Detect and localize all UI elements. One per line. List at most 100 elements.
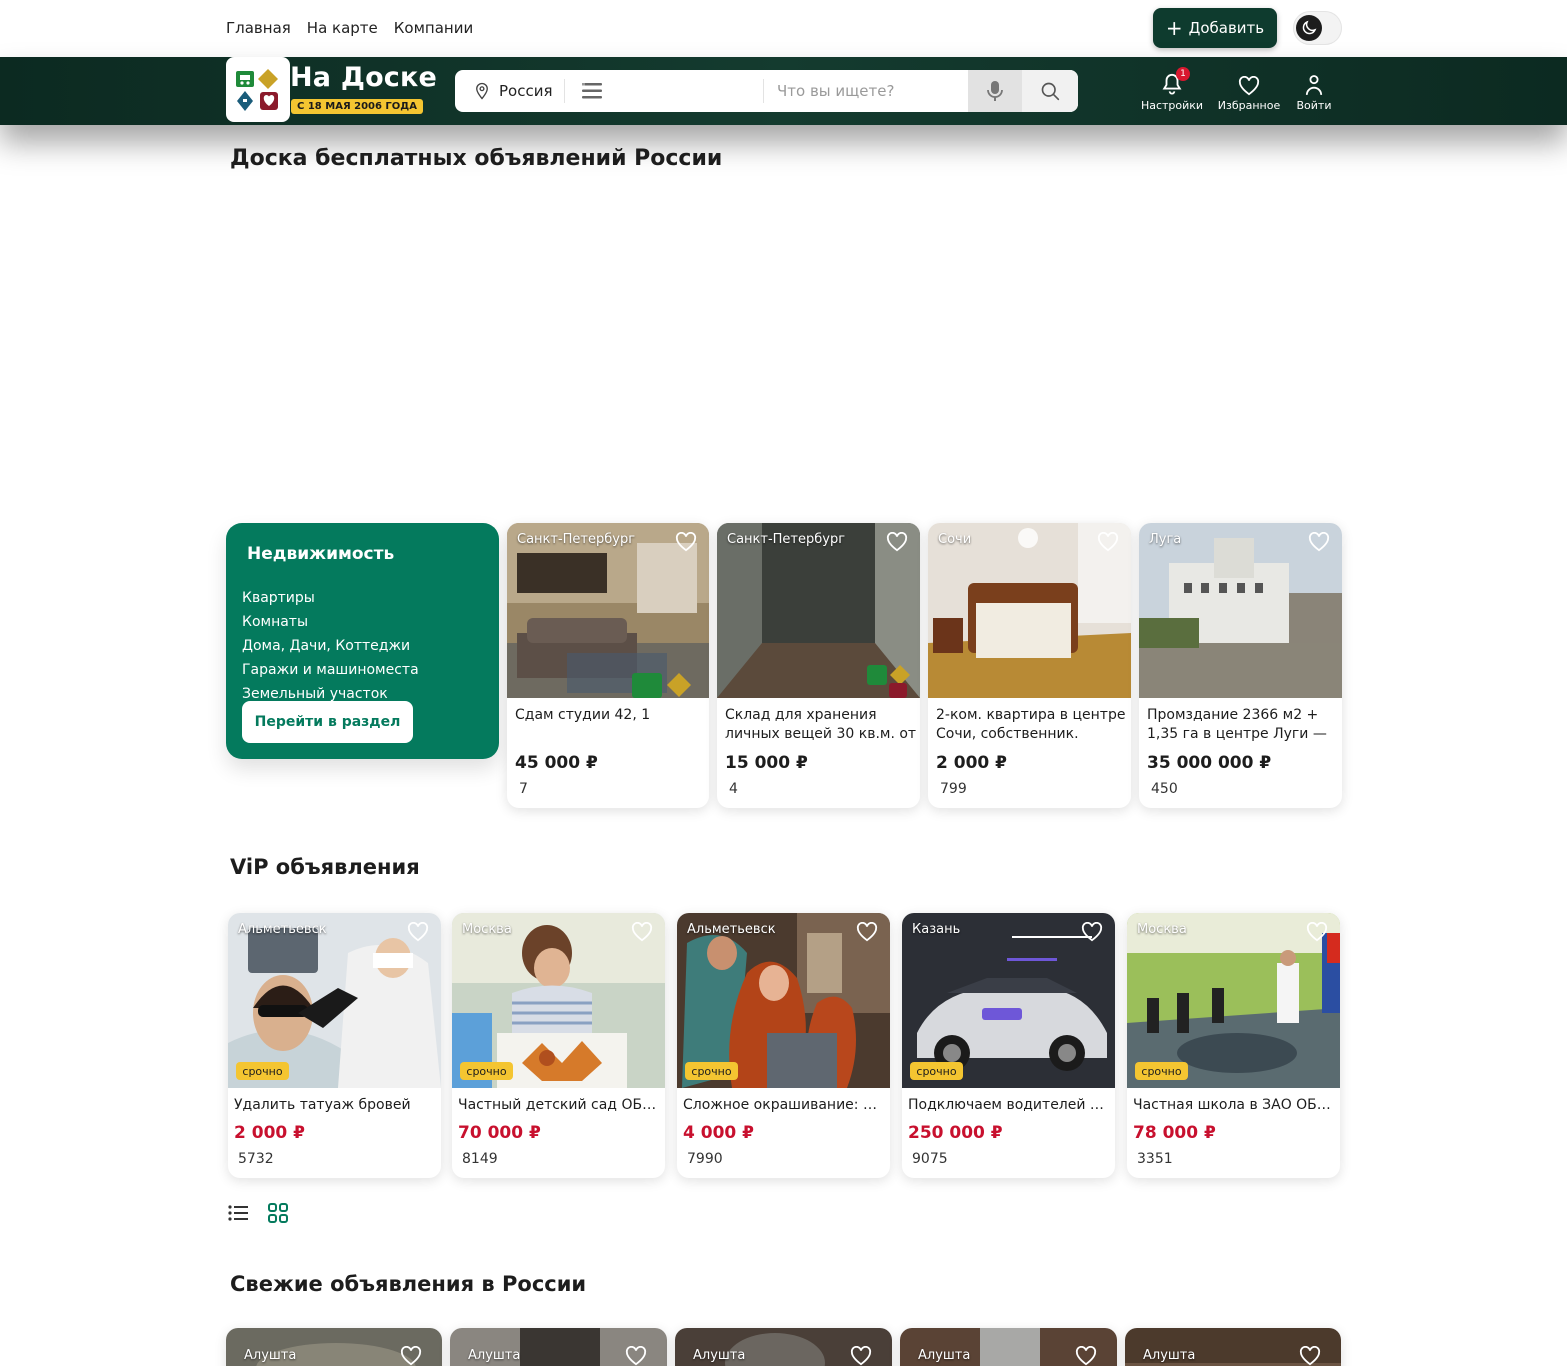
favorites-label: Избранное <box>1217 99 1281 112</box>
favorite-heart-icon[interactable] <box>1308 532 1330 552</box>
listing-card[interactable]: Луга Промздание 2366 м2 + 1,35 га в цент… <box>1139 523 1342 808</box>
favorite-heart-icon[interactable] <box>856 922 878 942</box>
listing-card[interactable]: Сочи 2-ком. квартира в центре Сочи, собс… <box>928 523 1131 808</box>
nav-home-link[interactable]: Главная <box>226 19 291 37</box>
vip-listing-card[interactable]: Альметьевск срочно Сложное окрашивание: … <box>677 913 890 1178</box>
listing-city: Москва <box>462 922 512 937</box>
search-input[interactable] <box>777 70 962 112</box>
vip-listing-card[interactable]: Москва срочно Частная школа в ЗАО ОБРА..… <box>1127 913 1340 1178</box>
search-icon <box>1041 82 1060 101</box>
search-button[interactable] <box>1022 70 1078 112</box>
fresh-listing-card[interactable]: Алушта <box>450 1328 667 1366</box>
view-toggle <box>228 1203 288 1223</box>
logo[interactable] <box>226 57 290 122</box>
listing-title[interactable]: Сложное окрашивание: про... <box>683 1096 883 1115</box>
listing-city: Сочи <box>938 532 972 547</box>
listing-views: 5732 <box>238 1151 274 1167</box>
favorite-heart-icon[interactable] <box>1075 1346 1097 1366</box>
favorite-heart-icon[interactable] <box>631 922 653 942</box>
listing-city: Казань <box>912 922 961 937</box>
top-bar: Главная На карте Компании + Добавить <box>0 0 1567 57</box>
grid-view-icon[interactable] <box>268 1203 288 1223</box>
favorite-heart-icon[interactable] <box>407 922 429 942</box>
favorite-heart-icon[interactable] <box>1299 1346 1321 1366</box>
listing-city: Алушта <box>1143 1348 1196 1363</box>
heart-icon <box>1238 76 1260 96</box>
urgent-badge: срочно <box>460 1062 513 1080</box>
fresh-listing-card[interactable]: Алушта <box>1125 1328 1341 1366</box>
category-links: Квартиры Комнаты Дома, Дачи, Коттеджи Га… <box>242 586 419 706</box>
listing-card[interactable]: Санкт-Петербург Склад для хранения личны… <box>717 523 920 808</box>
categories-menu-icon[interactable] <box>582 82 602 104</box>
urgent-badge: срочно <box>1135 1062 1188 1080</box>
favorite-heart-icon[interactable] <box>400 1346 422 1366</box>
listing-title[interactable]: Частный детский сад ОБРА... <box>458 1096 658 1115</box>
location-pin-icon <box>476 82 488 100</box>
theme-toggle[interactable] <box>1293 11 1342 45</box>
fresh-listing-card[interactable]: Алушта <box>900 1328 1117 1366</box>
category-link[interactable]: Дома, Дачи, Коттеджи <box>242 634 419 658</box>
vip-listing-card[interactable]: Казань срочно Подключаем водителей так..… <box>902 913 1115 1178</box>
fresh-listing-card[interactable]: Алушта <box>675 1328 892 1366</box>
listing-price: 2 000 ₽ <box>234 1123 305 1143</box>
listing-city: Луга <box>1149 532 1182 547</box>
favorites-button[interactable]: Избранное <box>1214 66 1284 112</box>
category-link[interactable]: Комнаты <box>242 610 419 634</box>
login-button[interactable]: Войти <box>1279 66 1349 112</box>
listing-price: 45 000 ₽ <box>515 753 598 773</box>
listing-views: 7990 <box>687 1151 723 1167</box>
listing-views: 4 <box>729 781 738 797</box>
listing-views: 799 <box>940 781 967 797</box>
listing-city: Альметьевск <box>687 922 776 937</box>
favorite-heart-icon[interactable] <box>1081 922 1103 942</box>
favorite-heart-icon[interactable] <box>625 1346 647 1366</box>
favorite-heart-icon[interactable] <box>675 532 697 552</box>
settings-label: Настройки <box>1140 99 1204 112</box>
listing-city: Санкт-Петербург <box>727 532 846 547</box>
listing-city: Москва <box>1137 922 1187 937</box>
divider <box>763 79 764 103</box>
fresh-listing-card[interactable]: Алушта <box>226 1328 442 1366</box>
category-title[interactable]: Недвижимость <box>247 544 394 564</box>
nav-companies-link[interactable]: Компании <box>394 19 473 37</box>
listing-title[interactable]: Сдам студии 42, 1 <box>515 706 705 746</box>
nav-map-link[interactable]: На карте <box>307 19 378 37</box>
page-title: Доска бесплатных объявлений России <box>230 146 723 171</box>
go-to-section-button[interactable]: Перейти в раздел <box>242 701 413 743</box>
vip-listing-card[interactable]: Альметьевск срочно Удалить татуаж бровей… <box>228 913 441 1178</box>
urgent-badge: срочно <box>236 1062 289 1080</box>
listing-card[interactable]: Санкт-Петербург Сдам студии 42, 1 45 000… <box>507 523 709 808</box>
login-label: Войти <box>1296 99 1332 112</box>
listing-price: 2 000 ₽ <box>936 753 1007 773</box>
microphone-icon <box>987 81 1003 101</box>
listing-title[interactable]: Частная школа в ЗАО ОБРА... <box>1133 1096 1333 1115</box>
listing-price: 15 000 ₽ <box>725 753 808 773</box>
listing-title[interactable]: 2-ком. квартира в центре Сочи, собственн… <box>936 706 1128 746</box>
listing-title[interactable]: Подключаем водителей так... <box>908 1096 1108 1115</box>
category-link[interactable]: Гаражи и машиноместа <box>242 658 419 682</box>
category-link[interactable]: Квартиры <box>242 586 419 610</box>
favorite-heart-icon[interactable] <box>850 1346 872 1366</box>
category-card-realty: Недвижимость Квартиры Комнаты Дома, Дачи… <box>226 523 499 759</box>
fresh-section-title: Свежие объявления в России <box>230 1272 587 1296</box>
listing-city: Алушта <box>244 1348 297 1363</box>
divider <box>564 79 565 103</box>
listing-title[interactable]: Склад для хранения личных вещей 30 кв.м.… <box>725 706 917 746</box>
favorite-heart-icon[interactable] <box>1097 532 1119 552</box>
list-view-icon[interactable] <box>228 1203 248 1223</box>
add-listing-button[interactable]: + Добавить <box>1153 8 1277 48</box>
vip-listing-card[interactable]: Москва срочно Частный детский сад ОБРА..… <box>452 913 665 1178</box>
region-selector[interactable]: Россия <box>473 70 553 112</box>
listing-price: 4 000 ₽ <box>683 1123 754 1143</box>
favorite-heart-icon[interactable] <box>1306 922 1328 942</box>
favorite-heart-icon[interactable] <box>886 532 908 552</box>
urgent-badge: срочно <box>910 1062 963 1080</box>
logo-title[interactable]: На Доске <box>290 62 437 93</box>
listing-city: Альметьевск <box>238 922 327 937</box>
vip-section-title: ViP объявления <box>230 855 420 879</box>
listing-price: 70 000 ₽ <box>458 1123 541 1143</box>
listing-title[interactable]: Промздание 2366 м2 + 1,35 га в центре Лу… <box>1147 706 1339 746</box>
settings-button[interactable]: 1 Настройки <box>1137 66 1207 112</box>
voice-search-button[interactable] <box>968 70 1022 112</box>
listing-title[interactable]: Удалить татуаж бровей <box>234 1096 434 1115</box>
